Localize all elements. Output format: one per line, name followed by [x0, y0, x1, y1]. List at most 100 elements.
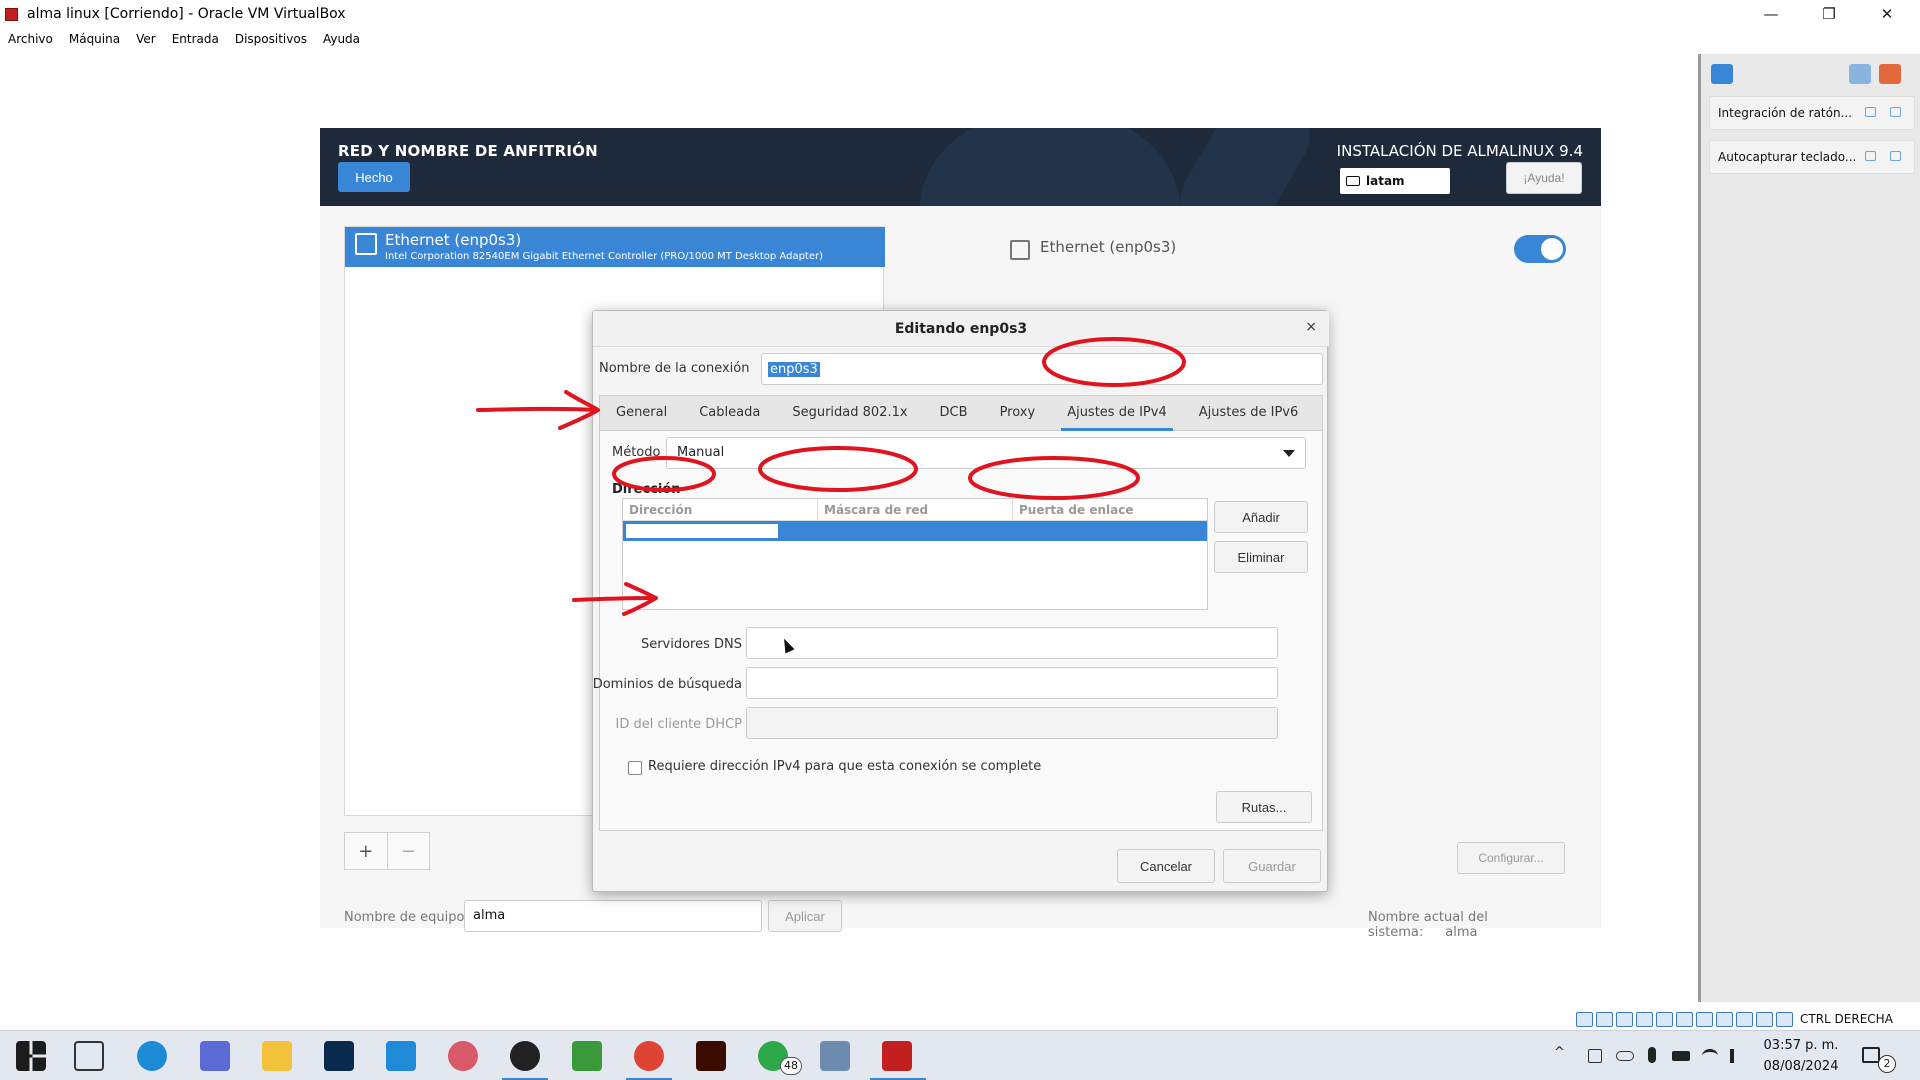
tab-proxy[interactable]: Proxy [984, 395, 1052, 431]
dns-servers-input[interactable] [746, 627, 1278, 659]
device-enable-toggle[interactable] [1514, 235, 1566, 263]
notification-item[interactable]: Autocapturar teclado... [1709, 140, 1915, 174]
menu-dispositivos[interactable]: Dispositivos [227, 30, 315, 50]
tab-ipv4[interactable]: Ajustes de IPv4 [1051, 395, 1183, 431]
column-mascara: Máscara de red [817, 499, 1012, 520]
notification-count-badge: 2 [1878, 1055, 1896, 1073]
virtualbox-taskbar-icon[interactable] [820, 1041, 850, 1071]
search-domains-input[interactable] [746, 667, 1278, 699]
vt-x-icon[interactable] [1736, 1011, 1753, 1027]
toggle-notification-icon[interactable] [1865, 151, 1876, 161]
menu-ver[interactable]: Ver [128, 30, 164, 50]
tab-seguridad[interactable]: Seguridad 802.1x [776, 395, 923, 431]
menu-maquina[interactable]: Máquina [61, 30, 128, 50]
notification-item[interactable]: Integración de ratón... [1709, 96, 1915, 130]
tab-dcb[interactable]: DCB [924, 395, 984, 431]
help-button[interactable]: ¡Ayuda! [1506, 162, 1582, 194]
dhcp-client-id-input[interactable] [746, 707, 1278, 739]
hostname-label: Nombre de equipo: [344, 910, 469, 925]
dhcp-client-id-label: ID del cliente DHCP [615, 717, 742, 732]
installer-header: RED Y NOMBRE DE ANFITRIÓN Hecho INSTALAC… [320, 128, 1601, 206]
menu-ayuda[interactable]: Ayuda [315, 30, 368, 50]
restore-button[interactable]: ❐ [1800, 0, 1858, 28]
hard-disk-icon[interactable] [1576, 1011, 1593, 1027]
chrome-icon[interactable] [634, 1041, 664, 1071]
vscode-icon[interactable] [386, 1041, 416, 1071]
connection-name-input[interactable]: enp0s3 [761, 353, 1323, 385]
snipping-tool-icon[interactable] [448, 1041, 478, 1071]
network-tool-icon[interactable] [200, 1041, 230, 1071]
method-select[interactable]: Manual [666, 437, 1306, 469]
tab-cableada[interactable]: Cableada [683, 395, 776, 431]
remove-device-button[interactable]: − [386, 833, 430, 869]
connection-name-value: enp0s3 [768, 361, 820, 377]
add-address-button[interactable]: Añadir [1214, 501, 1308, 533]
file-explorer-icon[interactable] [262, 1041, 292, 1071]
table-row[interactable] [623, 521, 1207, 541]
obs-icon[interactable] [510, 1041, 540, 1071]
spoke-title: RED Y NOMBRE DE ANFITRIÓN [338, 142, 598, 160]
clear-all-icon[interactable] [1879, 64, 1901, 84]
configure-button[interactable]: Configurar... [1457, 842, 1565, 874]
recording-icon[interactable] [1716, 1011, 1733, 1027]
keyboard-capture-icon[interactable] [1776, 1011, 1793, 1027]
add-device-button[interactable]: + [345, 833, 387, 869]
header-decoration [1166, 128, 1324, 206]
network-icon[interactable] [1636, 1011, 1653, 1027]
tab-general[interactable]: General [600, 395, 683, 431]
save-button[interactable]: Guardar [1223, 849, 1321, 883]
task-view-icon[interactable] [74, 1041, 104, 1071]
battery-icon[interactable] [1672, 1051, 1690, 1061]
display-icon[interactable] [1696, 1011, 1713, 1027]
translator-icon[interactable] [572, 1041, 602, 1071]
audio-icon[interactable] [1616, 1011, 1633, 1027]
require-ipv4-checkbox[interactable] [628, 761, 642, 775]
search-domains-label: Dominios de búsqueda [592, 677, 742, 692]
photoshop-icon[interactable] [324, 1041, 354, 1071]
dns-servers-label: Servidores DNS [640, 637, 742, 652]
routes-button[interactable]: Rutas... [1216, 791, 1312, 823]
ethernet-detail-icon [1010, 240, 1030, 260]
device-list-buttons: + − [344, 832, 430, 870]
notification-icon[interactable] [1711, 64, 1733, 84]
optical-drive-icon[interactable] [1596, 1011, 1613, 1027]
system-clock[interactable]: 03:57 p. m. 08/08/2024 [1746, 1035, 1856, 1077]
mouse-integration-icon[interactable] [1756, 1011, 1773, 1027]
toggle-notification-icon[interactable] [1865, 107, 1876, 117]
wifi-icon[interactable] [1702, 1049, 1718, 1063]
close-window-button[interactable]: ✕ [1858, 0, 1916, 28]
keyboard-layout-indicator[interactable]: latam [1340, 168, 1450, 194]
show-hidden-icons[interactable]: ^ [1554, 1045, 1565, 1060]
connection-name-label: Nombre de la conexión [599, 361, 750, 376]
meet-icon[interactable] [1588, 1049, 1602, 1063]
minimize-button[interactable]: — [1742, 0, 1800, 28]
cancel-button[interactable]: Cancelar [1117, 849, 1215, 883]
volume-icon[interactable] [1730, 1049, 1744, 1063]
usb-icon[interactable] [1656, 1011, 1673, 1027]
illustrator-icon[interactable] [696, 1041, 726, 1071]
vm-window-taskbar-icon[interactable] [882, 1041, 912, 1071]
delete-address-button[interactable]: Eliminar [1214, 541, 1308, 573]
clock-time: 03:57 p. m. [1763, 1038, 1839, 1053]
notification-text: Integración de ratón... [1718, 106, 1853, 120]
start-icon[interactable] [16, 1041, 46, 1071]
apply-hostname-button[interactable]: Aplicar [768, 900, 842, 932]
notifications-icon[interactable] [1862, 1047, 1880, 1063]
menu-archivo[interactable]: Archivo [0, 30, 61, 50]
close-notification-icon[interactable] [1890, 151, 1901, 161]
sort-icon[interactable] [1849, 64, 1871, 84]
edge-icon[interactable] [137, 1041, 167, 1071]
dialog-close-button[interactable]: × [1305, 319, 1317, 335]
close-notification-icon[interactable] [1890, 107, 1901, 117]
network-device-item[interactable]: Ethernet (enp0s3) Intel Corporation 8254… [345, 227, 885, 267]
host-window-title: alma linux [Corriendo] - Oracle VM Virtu… [27, 6, 346, 22]
tab-ipv6[interactable]: Ajustes de IPv6 [1183, 395, 1315, 431]
edit-connection-dialog: Editando enp0s3 × Nombre de la conexión … [592, 310, 1329, 892]
menu-entrada[interactable]: Entrada [164, 30, 227, 50]
address-cell-editor[interactable] [625, 523, 779, 539]
onedrive-icon[interactable] [1616, 1051, 1634, 1061]
hostname-input[interactable]: alma [464, 900, 762, 932]
microphone-icon[interactable] [1648, 1047, 1656, 1063]
done-button[interactable]: Hecho [338, 162, 410, 192]
shared-folders-icon[interactable] [1676, 1011, 1693, 1027]
